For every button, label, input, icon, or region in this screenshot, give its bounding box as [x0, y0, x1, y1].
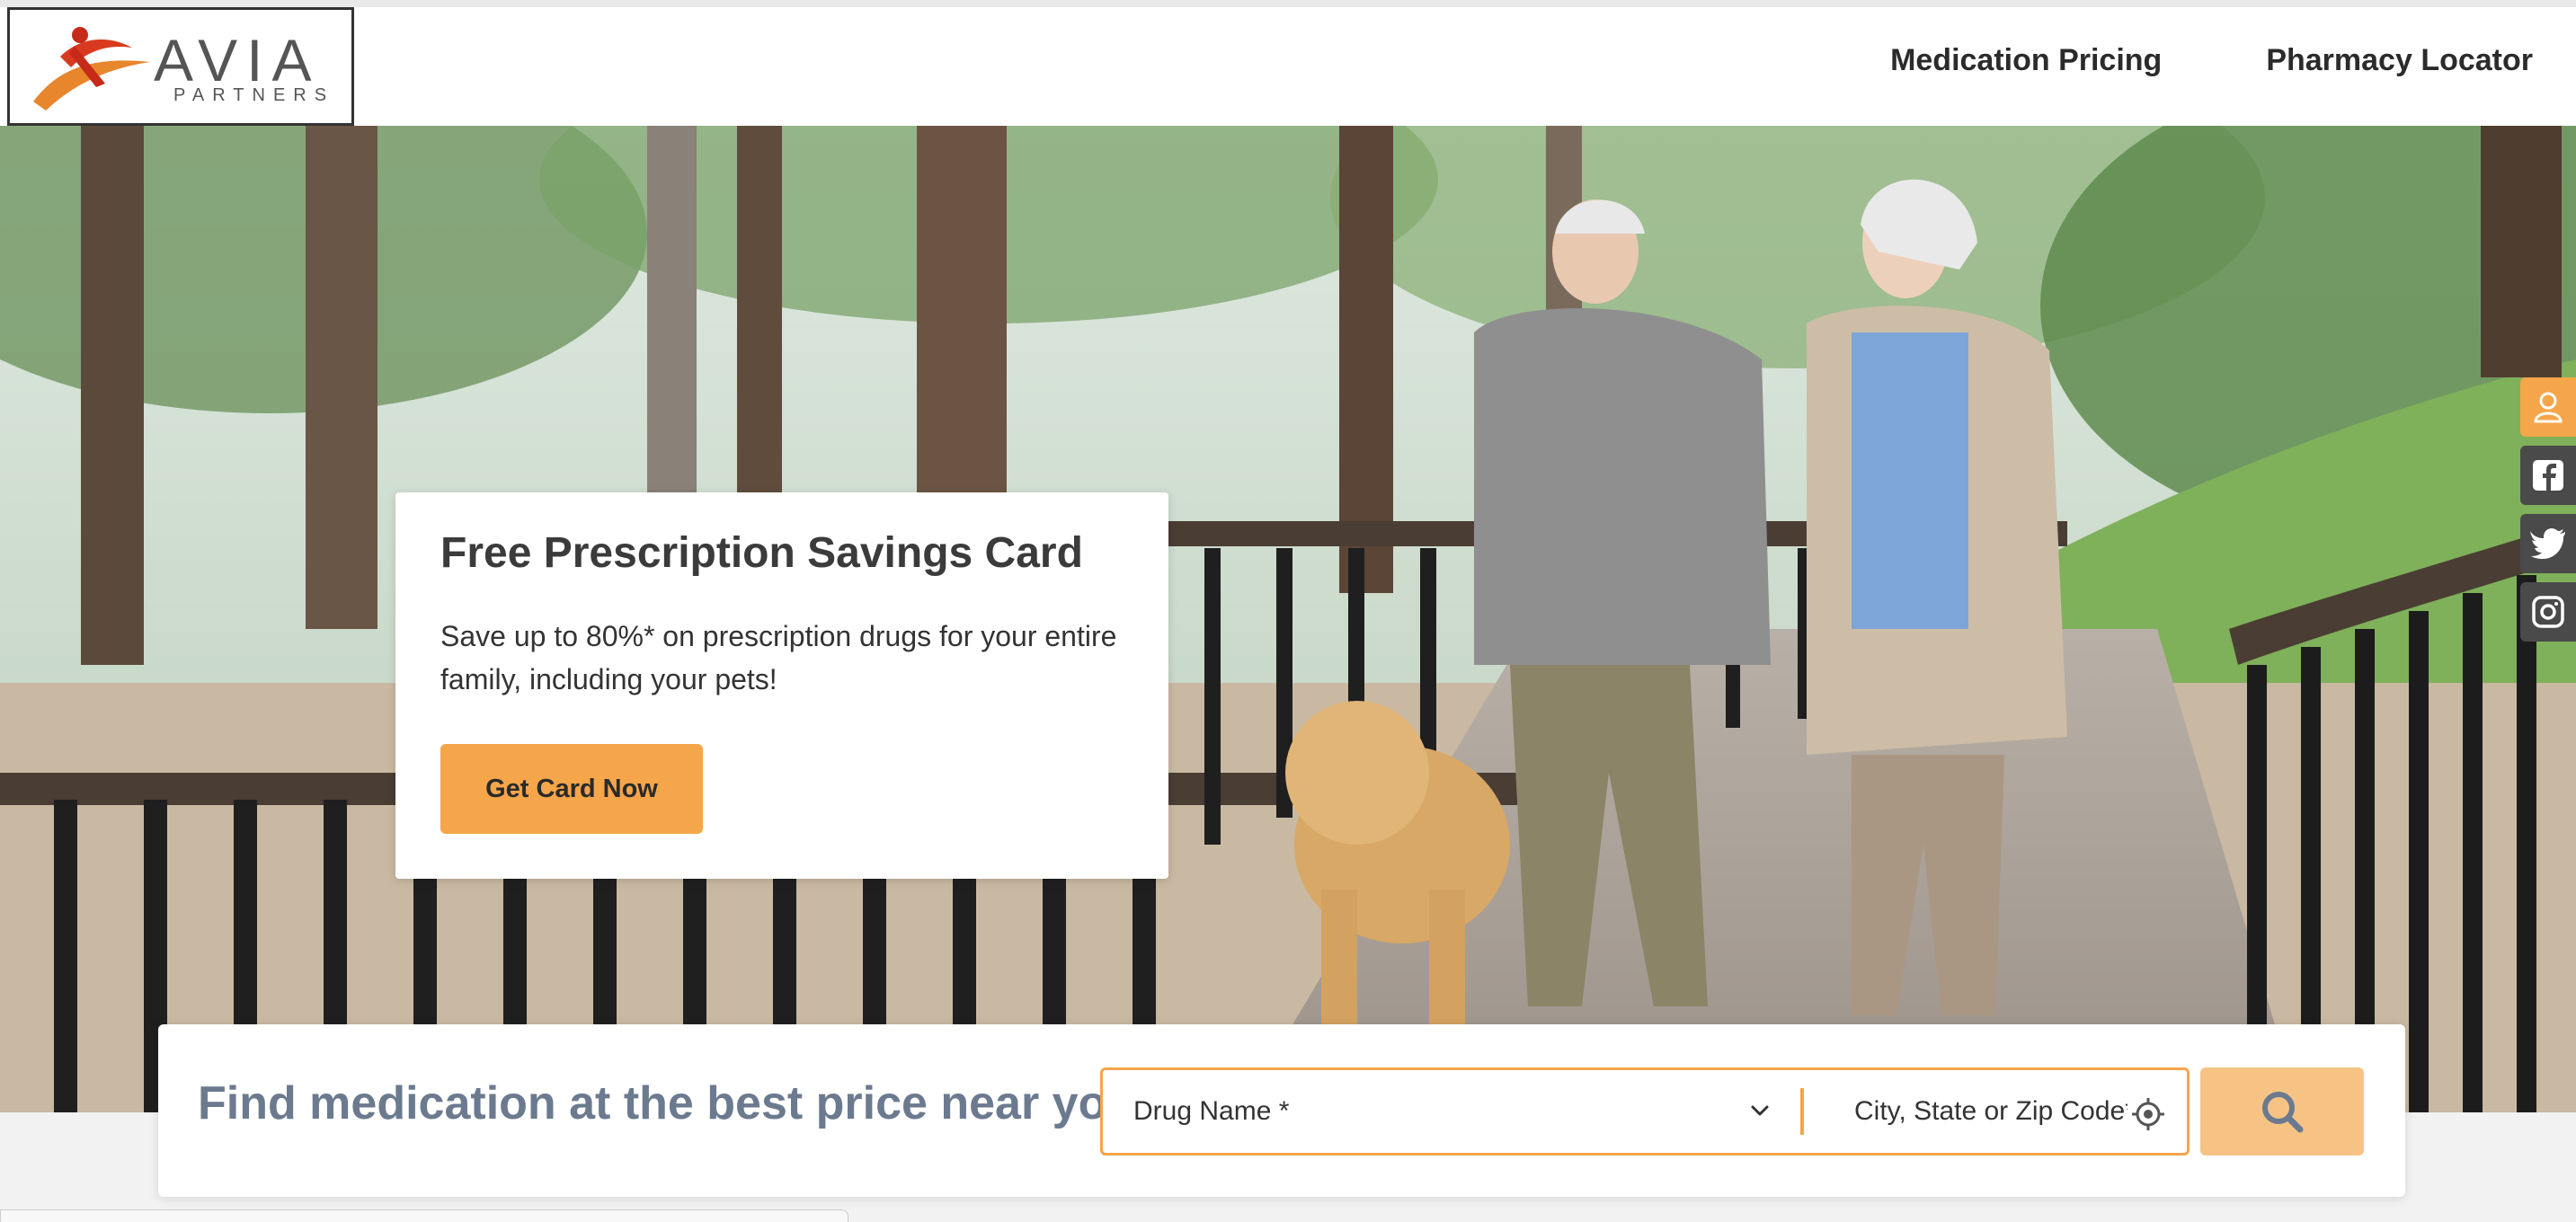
- hero-photo: [0, 126, 2576, 1112]
- savings-card-title: Free Prescription Savings Card: [440, 529, 1083, 577]
- page: AVIA PARTNERS Medication Pricing Pharmac…: [0, 0, 2576, 1222]
- search-button[interactable]: [2200, 1067, 2364, 1156]
- browser-top-strip: [0, 0, 2576, 7]
- user-icon: [2534, 392, 2563, 423]
- location-input[interactable]: [1822, 1070, 2127, 1153]
- browser-status-bar: [0, 1209, 848, 1222]
- get-card-now-button[interactable]: Get Card Now: [440, 744, 703, 834]
- medication-search-panel: Find medication at the best price near y…: [158, 1024, 2405, 1197]
- field-divider: [1800, 1088, 1804, 1135]
- savings-card-text: Save up to 80%* on prescription drugs fo…: [440, 620, 1117, 695]
- facebook-link[interactable]: [2520, 446, 2576, 505]
- main-nav: Medication Pricing Pharmacy Locator: [1890, 43, 2533, 78]
- instagram-icon: [2532, 596, 2564, 628]
- nav-medication-pricing[interactable]: Medication Pricing: [1890, 43, 2162, 78]
- search-fields-box: [1100, 1067, 2190, 1156]
- site-header: AVIA PARTNERS Medication Pricing Pharmac…: [0, 7, 2576, 126]
- account-button[interactable]: [2520, 377, 2576, 437]
- twitter-icon: [2530, 528, 2565, 559]
- chevron-down-icon[interactable]: [1746, 1097, 1773, 1124]
- social-rail: [2520, 377, 2576, 651]
- hero-banner: Free Prescription Savings Card Save up t…: [0, 126, 2576, 1112]
- logo-subtitle: PARTNERS: [173, 85, 335, 105]
- search-icon: [2262, 1092, 2304, 1133]
- savings-card: Free Prescription Savings Card Save up t…: [395, 492, 1168, 879]
- logo-link[interactable]: AVIA PARTNERS: [7, 7, 354, 126]
- logo-wordmark: AVIA: [154, 27, 321, 93]
- nav-pharmacy-locator[interactable]: Pharmacy Locator: [2266, 43, 2533, 78]
- drug-name-input[interactable]: [1103, 1070, 1795, 1153]
- facebook-icon: [2533, 460, 2563, 491]
- twitter-link[interactable]: [2520, 514, 2576, 573]
- instagram-link[interactable]: [2520, 582, 2576, 642]
- current-location-icon[interactable]: [2131, 1097, 2165, 1131]
- search-heading: Find medication at the best price near y…: [198, 1077, 1151, 1129]
- avia-figure-logo-icon: [33, 27, 150, 111]
